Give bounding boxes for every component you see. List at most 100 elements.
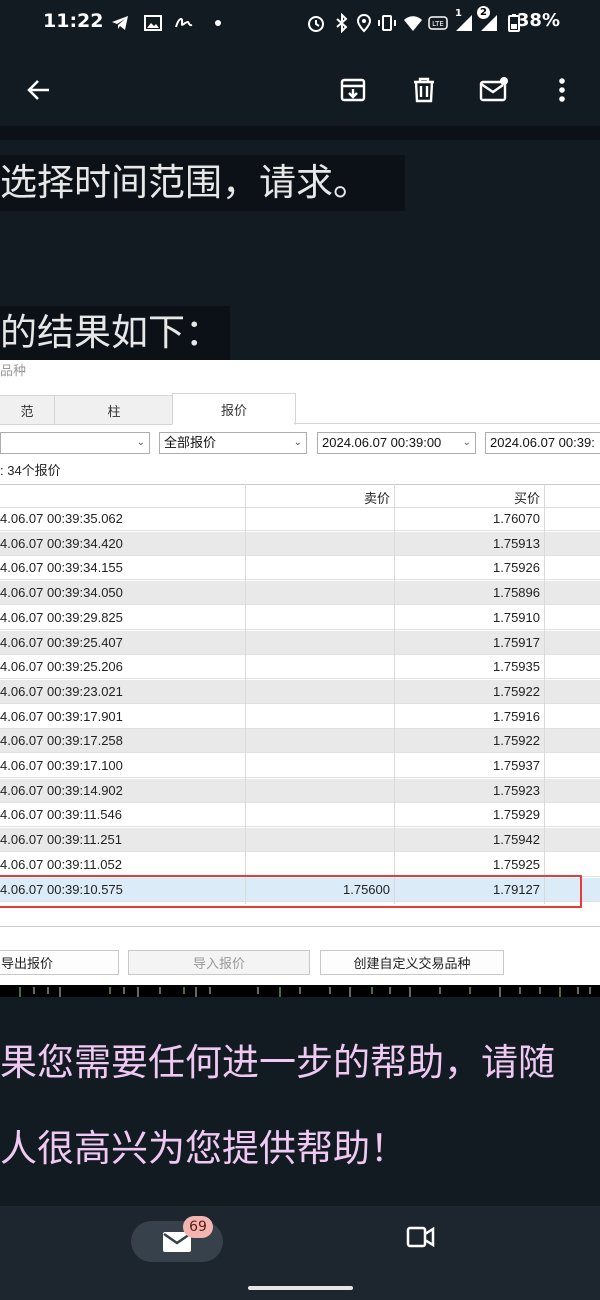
signature-icon bbox=[175, 17, 193, 28]
table-row[interactable]: 4.06.07 00:39:35.062 1.76070 bbox=[0, 507, 600, 531]
cell-time: 4.06.07 00:39:17.258 bbox=[0, 733, 123, 749]
video-icon bbox=[406, 1226, 435, 1248]
cell-buy: 1.75922 bbox=[493, 733, 540, 749]
divider bbox=[0, 926, 600, 927]
tab-quotes[interactable]: 报价 bbox=[172, 393, 296, 425]
date-from-picker[interactable]: 2024.06.07 00:39:00 ⌄ bbox=[317, 432, 476, 454]
symbol-select[interactable]: ⌄ bbox=[0, 432, 150, 454]
table-row[interactable]: 4.06.07 00:39:34.155 1.75926 bbox=[0, 556, 600, 581]
quote-type-value: 全部报价 bbox=[164, 435, 217, 450]
message-line: 人很高兴为您提供帮助！ bbox=[0, 1127, 407, 1170]
volte-icon: LTE bbox=[428, 16, 448, 30]
delete-button[interactable] bbox=[402, 68, 446, 112]
table-row[interactable]: 4.06.07 00:39:11.251 1.75942 bbox=[0, 828, 600, 853]
dot-icon bbox=[215, 20, 221, 26]
action-bar bbox=[0, 60, 600, 124]
cell-time: 4.06.07 00:39:25.407 bbox=[0, 634, 123, 650]
mark-unread-icon bbox=[479, 77, 508, 102]
cell-buy: 1.75926 bbox=[493, 560, 540, 576]
cell-time: 4.06.07 00:39:34.050 bbox=[0, 585, 123, 601]
cell-buy: 1.75910 bbox=[493, 609, 540, 625]
cell-buy: 1.75917 bbox=[493, 634, 540, 650]
cell-time: 4.06.07 00:39:25.206 bbox=[0, 659, 123, 675]
vibrate-icon bbox=[378, 15, 396, 31]
chevron-down-icon: ⌄ bbox=[293, 437, 302, 448]
cell-time: 4.06.07 00:39:35.062 bbox=[0, 511, 123, 526]
cell-time: 4.06.07 00:39:23.021 bbox=[0, 683, 123, 699]
cell-buy: 1.75922 bbox=[493, 683, 540, 699]
table-row[interactable]: 4.06.07 00:39:14.902 1.75923 bbox=[0, 778, 600, 803]
unread-badge: 69 bbox=[183, 1216, 213, 1238]
meet-tab[interactable] bbox=[402, 1222, 442, 1262]
status-bar: 11:22 LTE 1 2 38% bbox=[0, 0, 600, 46]
cell-buy: 1.75935 bbox=[493, 659, 540, 675]
cell-time: 4.06.07 00:39:11.052 bbox=[0, 856, 122, 872]
cell-time: 4.06.07 00:39:11.546 bbox=[0, 807, 122, 823]
mark-unread-button[interactable] bbox=[472, 68, 516, 112]
cell-time: 4.06.07 00:39:34.420 bbox=[0, 535, 123, 551]
signal-1-icon bbox=[456, 15, 472, 31]
bluetooth-icon bbox=[336, 13, 348, 33]
import-quotes-button[interactable]: 导入报价 bbox=[128, 950, 310, 975]
cell-buy: 1.75896 bbox=[493, 585, 540, 601]
bottom-navigation: 69 bbox=[0, 1206, 600, 1300]
column-buy[interactable]: 买价 bbox=[396, 488, 540, 507]
more-vert-icon bbox=[559, 78, 565, 102]
cell-time: 4.06.07 00:39:17.901 bbox=[0, 708, 123, 724]
cell-buy: 1.75925 bbox=[493, 856, 540, 872]
table-row[interactable]: 4.06.07 00:39:34.050 1.75896 bbox=[0, 581, 600, 606]
back-button[interactable] bbox=[17, 68, 61, 112]
cell-buy: 1.76070 bbox=[493, 511, 540, 526]
cell-buy: 1.75913 bbox=[493, 535, 540, 551]
message-line: 选择时间范围，请求。 bbox=[0, 155, 405, 211]
table-row[interactable]: 4.06.07 00:39:11.546 1.75929 bbox=[0, 803, 600, 828]
back-arrow-icon bbox=[27, 80, 49, 100]
table-row[interactable]: 4.06.07 00:39:23.021 1.75922 bbox=[0, 679, 600, 704]
cell-time: 4.06.07 00:39:11.251 bbox=[0, 832, 122, 848]
export-quotes-button[interactable]: 导出报价 bbox=[0, 950, 119, 975]
date-to-picker[interactable]: 2024.06.07 00:39: bbox=[485, 432, 600, 454]
cell-buy: 1.75937 bbox=[493, 758, 540, 773]
date-from-value: 2024.06.07 00:39:00 bbox=[322, 435, 442, 450]
more-options-button[interactable] bbox=[540, 68, 584, 112]
embedded-screenshot: 品种 范 柱 报价 ⌄ 全部报价 ⌄ 2024.06.07 00:39:00 ⌄… bbox=[0, 360, 600, 988]
chevron-down-icon: ⌄ bbox=[136, 437, 145, 448]
date-to-value: 2024.06.07 00:39: bbox=[490, 435, 595, 450]
table-row[interactable]: 4.06.07 00:39:17.901 1.75916 bbox=[0, 705, 600, 729]
signal-2-icon bbox=[481, 15, 497, 31]
table-row[interactable]: 4.06.07 00:39:34.420 1.75913 bbox=[0, 531, 600, 556]
cell-time: 4.06.07 00:39:34.155 bbox=[0, 560, 123, 576]
column-divider bbox=[544, 484, 545, 904]
telegram-icon bbox=[112, 16, 128, 30]
table-row[interactable]: 4.06.07 00:39:25.206 1.75935 bbox=[0, 655, 600, 680]
red-highlight-box bbox=[0, 875, 582, 908]
cell-time: 4.06.07 00:39:29.825 bbox=[0, 609, 123, 625]
tab-range[interactable]: 范 bbox=[0, 395, 56, 425]
cell-buy: 1.75929 bbox=[493, 807, 540, 823]
table-row[interactable]: 4.06.07 00:39:17.258 1.75922 bbox=[0, 729, 600, 754]
column-divider bbox=[394, 484, 395, 904]
table-row[interactable]: 4.06.07 00:39:11.052 1.75925 bbox=[0, 853, 600, 877]
column-sell[interactable]: 卖价 bbox=[246, 488, 390, 507]
column-divider bbox=[245, 484, 246, 904]
cell-buy: 1.75916 bbox=[493, 708, 540, 724]
archive-button[interactable] bbox=[331, 68, 375, 112]
panel-title: 品种 bbox=[0, 363, 27, 378]
table-row[interactable]: 4.06.07 00:39:25.407 1.75917 bbox=[0, 630, 600, 655]
delete-icon bbox=[414, 77, 434, 103]
quote-count: : 34个报价 bbox=[0, 463, 61, 478]
tab-bars[interactable]: 柱 bbox=[54, 395, 174, 425]
chevron-down-icon: ⌄ bbox=[462, 437, 471, 448]
clock: 11:22 bbox=[43, 10, 104, 32]
wifi-6-icon bbox=[404, 16, 422, 31]
cell-time: 4.06.07 00:39:14.902 bbox=[0, 782, 123, 798]
table-row[interactable]: 4.06.07 00:39:29.825 1.75910 bbox=[0, 606, 600, 630]
cut-off-text-strip bbox=[0, 126, 600, 140]
quote-type-select[interactable]: 全部报价 ⌄ bbox=[159, 432, 307, 454]
table-row[interactable]: 4.06.07 00:39:17.100 1.75937 bbox=[0, 754, 600, 778]
tab-divider bbox=[294, 423, 600, 424]
message-line: 果您需要任何进一步的帮助，请随 bbox=[0, 1041, 555, 1084]
cell-buy: 1.75942 bbox=[493, 832, 540, 848]
table-header: 卖价 买价 bbox=[0, 484, 600, 508]
create-custom-symbol-button[interactable]: 创建自定义交易品种 bbox=[320, 950, 504, 975]
